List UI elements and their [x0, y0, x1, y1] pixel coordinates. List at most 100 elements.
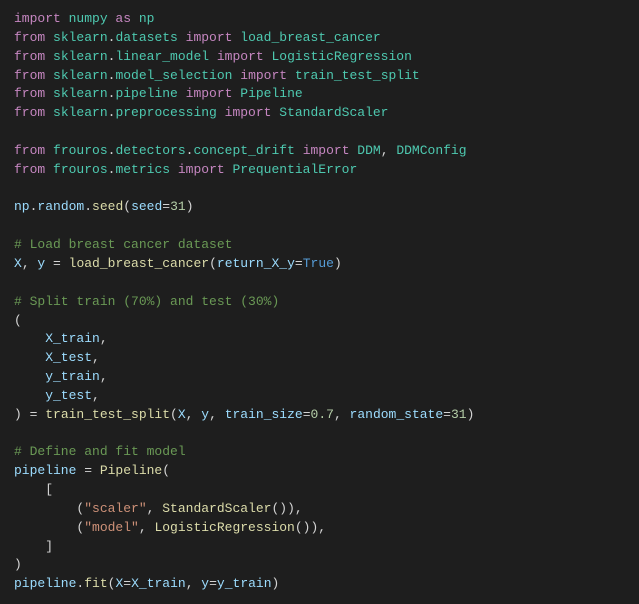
code-token: frouros [53, 162, 108, 177]
code-token: 31 [451, 407, 467, 422]
code-token: DDMConfig [396, 143, 466, 158]
code-token: X [115, 576, 123, 591]
code-token: numpy [69, 11, 116, 26]
code-token: ) [186, 199, 194, 214]
code-token: fit [84, 576, 107, 591]
code-token: from [14, 105, 53, 120]
code-token: , [147, 501, 163, 516]
code-token: PrequentialError [232, 162, 357, 177]
code-token: import [178, 162, 233, 177]
code-token: , [186, 407, 202, 422]
code-token: import [225, 105, 280, 120]
code-token: , [139, 520, 155, 535]
code-token: import [186, 30, 241, 45]
code-token: , [92, 388, 100, 403]
code-token: y_test [14, 388, 92, 403]
code-token: from [14, 49, 53, 64]
code-token: metrics [115, 162, 177, 177]
code-token: ) [14, 407, 30, 422]
code-token: y [201, 576, 209, 591]
code-token: = [443, 407, 451, 422]
code-token: ( [123, 199, 131, 214]
code-token: return_X_y [217, 256, 295, 271]
code-token: ()), [271, 501, 302, 516]
code-token: y [201, 407, 209, 422]
code-token: X [14, 256, 22, 271]
code-token: LogisticRegression [154, 520, 294, 535]
code-token: X_train [14, 331, 100, 346]
code-token: ( [14, 313, 22, 328]
code-token: ( [170, 407, 178, 422]
code-token: import [14, 11, 69, 26]
code-token: # Load breast cancer dataset [14, 237, 232, 252]
code-token: model_selection [115, 68, 240, 83]
code-token: load_breast_cancer [69, 256, 209, 271]
code-token: np [139, 11, 155, 26]
code-token: import [217, 49, 272, 64]
code-token: load_breast_cancer [240, 30, 380, 45]
code-token: detectors [115, 143, 185, 158]
code-token: = [295, 256, 303, 271]
code-token: sklearn [53, 30, 108, 45]
code-token: seed [131, 199, 162, 214]
code-token: , [92, 350, 100, 365]
code-token: , [381, 143, 397, 158]
code-token: np [14, 199, 30, 214]
code-token: random [37, 199, 84, 214]
code-token: y [37, 256, 53, 271]
code-token: "model" [84, 520, 139, 535]
code-token: 0.7 [311, 407, 334, 422]
code-token: linear_model [115, 49, 216, 64]
code-token: StandardScaler [162, 501, 271, 516]
code-content: import numpy as np from sklearn.datasets… [14, 11, 474, 591]
code-token: frouros [53, 143, 108, 158]
code-token: pipeline [14, 576, 76, 591]
code-token: ( [162, 463, 170, 478]
code-token: ( [209, 256, 217, 271]
code-block: import numpy as np from sklearn.datasets… [0, 0, 639, 604]
code-token: ( [14, 520, 84, 535]
code-token: ] [14, 539, 53, 554]
code-token: sklearn [53, 105, 108, 120]
code-token: pipeline [115, 86, 185, 101]
code-token: . [76, 576, 84, 591]
code-token: as [115, 11, 138, 26]
code-token: = [123, 576, 131, 591]
code-token: sklearn [53, 49, 108, 64]
code-token: y_train [217, 576, 272, 591]
code-token: , [209, 407, 225, 422]
code-token: StandardScaler [279, 105, 388, 120]
code-token: concept_drift [193, 143, 302, 158]
code-token: import [240, 68, 295, 83]
code-token: from [14, 162, 53, 177]
code-token: import [186, 86, 241, 101]
code-token: = [84, 463, 100, 478]
code-token: sklearn [53, 86, 108, 101]
code-token: ( [108, 576, 116, 591]
code-token: X [178, 407, 186, 422]
code-token: "scaler" [84, 501, 146, 516]
code-token: Pipeline [100, 463, 162, 478]
code-token: 31 [170, 199, 186, 214]
code-token: LogisticRegression [271, 49, 411, 64]
code-token: , [100, 331, 108, 346]
code-token: train_size [225, 407, 303, 422]
code-token: ( [14, 501, 84, 516]
code-token: from [14, 30, 53, 45]
code-token: # Split train (70%) and test (30%) [14, 294, 279, 309]
code-token: , [22, 256, 38, 271]
code-token: from [14, 143, 53, 158]
code-token: train_test_split [295, 68, 420, 83]
code-token: pipeline [14, 463, 84, 478]
code-token: , [100, 369, 108, 384]
code-token: seed [92, 199, 123, 214]
code-token: = [303, 407, 311, 422]
code-token: , [334, 407, 350, 422]
code-token: = [53, 256, 69, 271]
code-token: # Define and fit model [14, 444, 186, 459]
code-token: ) [334, 256, 342, 271]
code-token: , [186, 576, 202, 591]
code-token: ) [14, 557, 22, 572]
code-token: from [14, 68, 53, 83]
code-token: random_state [350, 407, 444, 422]
